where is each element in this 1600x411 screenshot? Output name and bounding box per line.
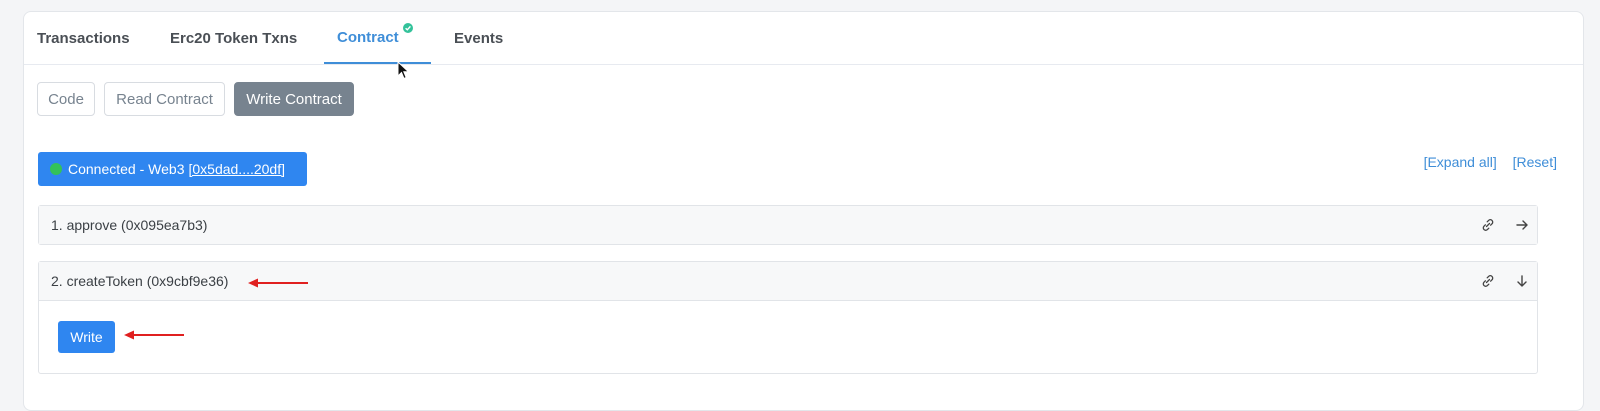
- check-circle-icon: [402, 23, 413, 33]
- reset-link[interactable]: [Reset]: [1513, 154, 1557, 170]
- wallet-address-link[interactable]: [0x5dad....20df]: [188, 161, 285, 177]
- contract-card: Transactions Erc20 Token Txns Contract E…: [23, 11, 1584, 411]
- button-label: Code: [48, 90, 84, 108]
- read-contract-button[interactable]: Read Contract: [104, 82, 225, 116]
- function-actions: [1461, 206, 1529, 244]
- tab-transactions[interactable]: Transactions: [24, 12, 143, 64]
- mouse-cursor-icon: [397, 61, 410, 80]
- function-approve: 1. approve (0x095ea7b3): [38, 205, 1538, 245]
- write-contract-button[interactable]: Write Contract: [234, 82, 354, 116]
- arrow-right-icon[interactable]: [1515, 218, 1529, 232]
- function-label: 2. createToken (0x9cbf9e36): [51, 273, 229, 289]
- tab-label: Erc20 Token Txns: [170, 29, 298, 47]
- button-label: Write Contract: [246, 90, 342, 108]
- connected-web3-button[interactable]: Connected - Web3 [0x5dad....20df]: [38, 152, 307, 186]
- code-button[interactable]: Code: [37, 82, 95, 116]
- tab-label: Contract: [337, 28, 399, 46]
- button-label: Read Contract: [116, 90, 213, 108]
- tab-erc20-token-txns[interactable]: Erc20 Token Txns: [157, 12, 310, 64]
- function-controls: [Expand all] [Reset]: [1412, 154, 1557, 170]
- tab-label: Events: [454, 29, 504, 47]
- connection-status: Connected - Web3: [68, 161, 185, 177]
- tab-events[interactable]: Events: [441, 12, 516, 64]
- expand-all-link[interactable]: [Expand all]: [1424, 154, 1497, 170]
- arrow-down-icon[interactable]: [1515, 274, 1529, 288]
- function-actions: [1461, 262, 1529, 300]
- annotation-arrow-icon: [248, 278, 308, 288]
- link-icon[interactable]: [1481, 218, 1495, 232]
- connected-status-dot-icon: [50, 163, 62, 175]
- button-label: Write: [70, 329, 103, 345]
- function-label: 1. approve (0x095ea7b3): [51, 217, 208, 233]
- function-header[interactable]: 1. approve (0x095ea7b3): [39, 206, 1537, 244]
- tab-bar: Transactions Erc20 Token Txns Contract E…: [24, 12, 1583, 65]
- write-button[interactable]: Write: [58, 321, 115, 353]
- tab-label: Transactions: [37, 29, 130, 47]
- annotation-arrow-icon: [124, 330, 184, 340]
- link-icon[interactable]: [1481, 274, 1495, 288]
- tab-contract[interactable]: Contract: [324, 12, 431, 64]
